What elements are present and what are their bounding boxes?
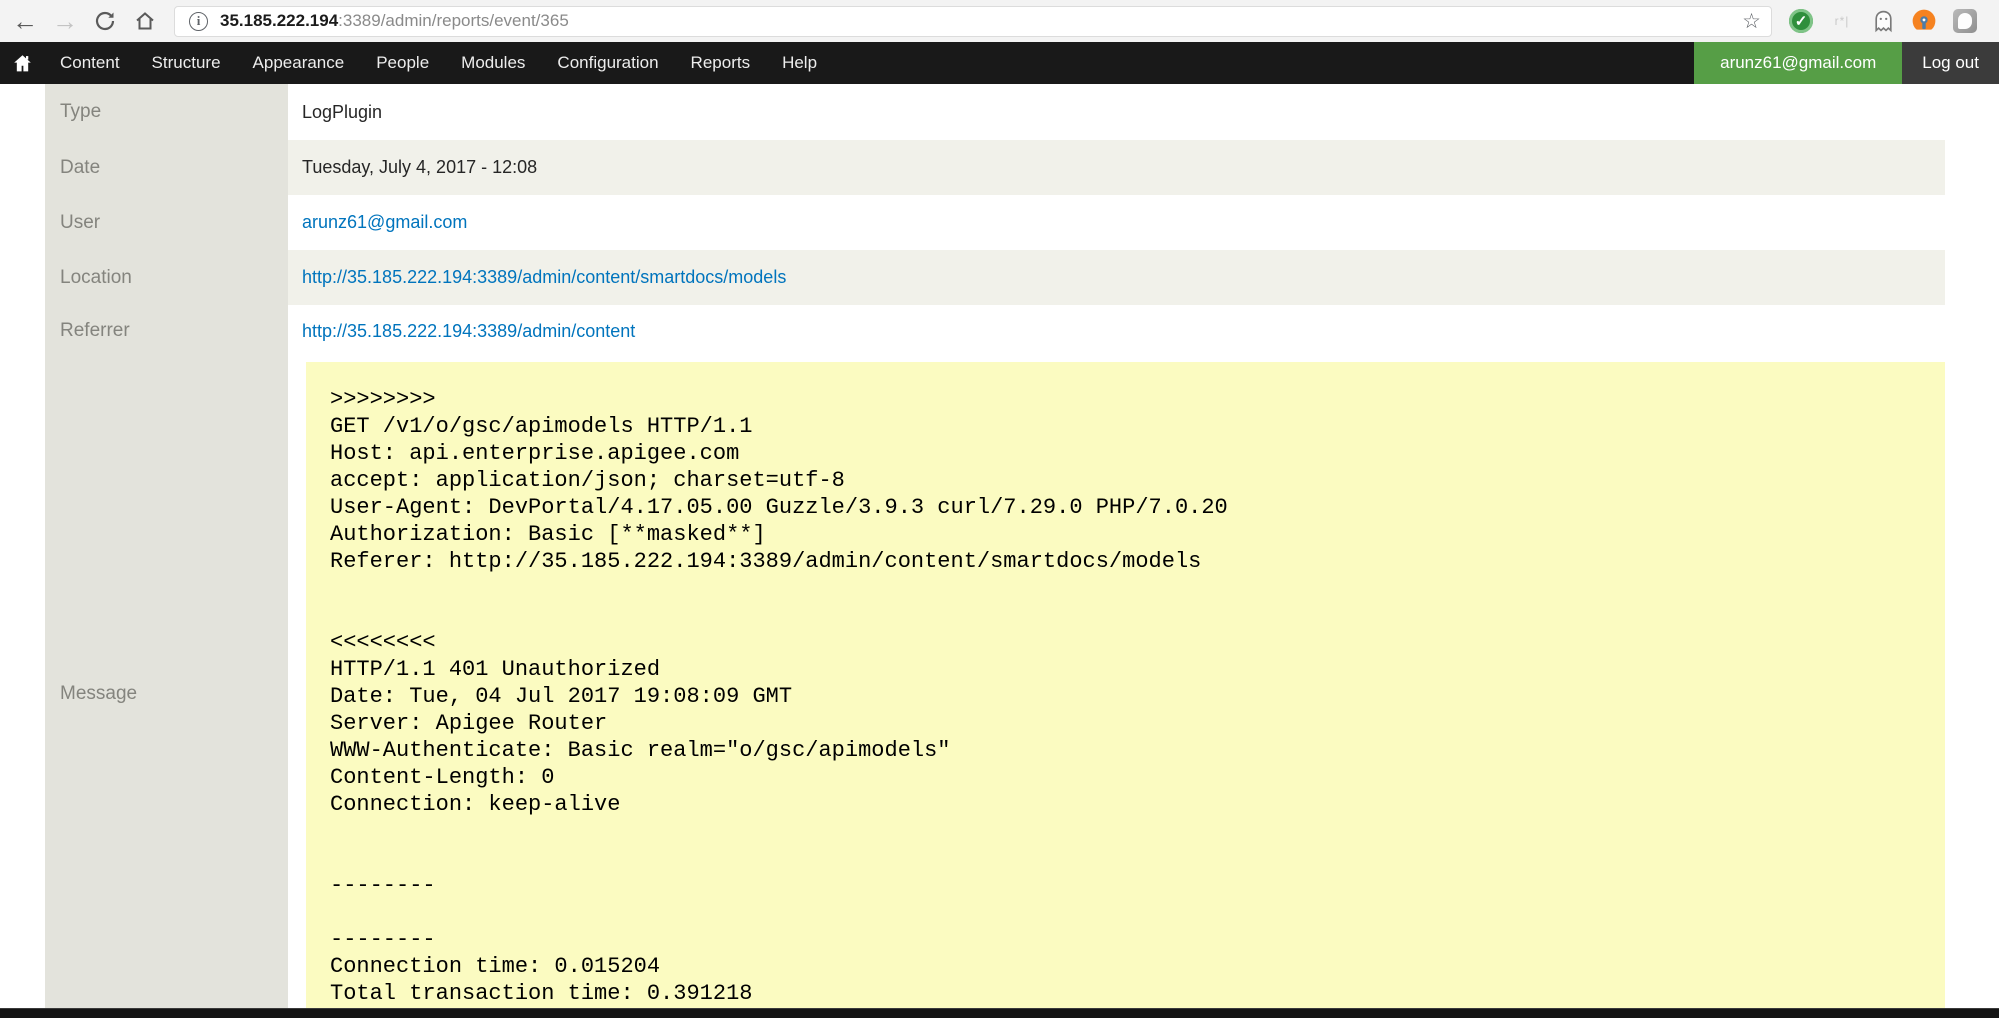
toolbar-item-help[interactable]: Help [766, 42, 833, 84]
screen: ← → i 35.185.222.194:3389/admin/reports/… [0, 0, 1999, 1018]
type-value: LogPlugin [302, 102, 382, 123]
mini-extension-icon[interactable]: r*| [1829, 8, 1855, 34]
toolbar-item-modules[interactable]: Modules [445, 42, 541, 84]
row-label: User [45, 195, 288, 250]
url-path: :3389/admin/reports/event/365 [338, 11, 569, 30]
logout-button[interactable]: Log out [1902, 42, 1999, 84]
browser-menu-icon[interactable] [1993, 8, 1999, 34]
page-info-icon[interactable]: i [189, 12, 208, 31]
extensions-area: ✓ r*| [1788, 8, 1999, 34]
location-link[interactable]: http://35.185.222.194:3389/admin/content… [302, 267, 786, 288]
toolbar-item-structure[interactable]: Structure [136, 42, 237, 84]
url-host: 35.185.222.194 [220, 11, 338, 30]
user-link[interactable]: arunz61@gmail.com [302, 212, 467, 233]
referrer-link[interactable]: http://35.185.222.194:3389/admin/content [302, 321, 635, 342]
table-row-user: User arunz61@gmail.com [45, 195, 1945, 250]
admin-home-icon[interactable] [0, 42, 44, 84]
toolbar-item-appearance[interactable]: Appearance [237, 42, 361, 84]
ghost-extension-icon[interactable] [1870, 8, 1896, 34]
table-row-location: Location http://35.185.222.194:3389/admi… [45, 250, 1945, 305]
toolbar-item-configuration[interactable]: Configuration [541, 42, 674, 84]
page-content: Type LogPlugin Date Tuesday, July 4, 201… [0, 84, 1999, 1018]
message-log-text: >>>>>>>> GET /v1/o/gsc/apimodels HTTP/1.… [306, 362, 1945, 1018]
row-label: Location [45, 250, 288, 305]
admin-toolbar: Content Structure Appearance People Modu… [0, 42, 1999, 84]
table-row-message: Message >>>>>>>> GET /v1/o/gsc/apimodels… [45, 357, 1945, 1018]
green-check-extension-icon[interactable]: ✓ [1788, 8, 1814, 34]
bookmark-star-icon[interactable]: ☆ [1742, 9, 1761, 34]
reload-icon[interactable] [90, 6, 120, 36]
screenshot-extension-icon[interactable] [1952, 8, 1978, 34]
browser-toolbar: ← → i 35.185.222.194:3389/admin/reports/… [0, 0, 1999, 42]
row-label: Referrer [45, 305, 288, 357]
row-label: Date [45, 140, 288, 195]
table-row-date: Date Tuesday, July 4, 2017 - 12:08 [45, 140, 1945, 195]
url-text[interactable]: 35.185.222.194:3389/admin/reports/event/… [220, 11, 569, 31]
toolbar-item-content[interactable]: Content [44, 42, 136, 84]
table-row-referrer: Referrer http://35.185.222.194:3389/admi… [45, 305, 1945, 357]
forward-icon: → [50, 6, 80, 36]
back-icon[interactable]: ← [10, 6, 40, 36]
bottom-edge-bar [0, 1008, 1999, 1018]
openvpn-extension-icon[interactable] [1911, 8, 1937, 34]
toolbar-item-people[interactable]: People [360, 42, 445, 84]
row-label: Message [45, 357, 288, 1018]
table-row-type: Type LogPlugin [45, 84, 1945, 140]
home-icon[interactable] [130, 6, 160, 36]
date-value: Tuesday, July 4, 2017 - 12:08 [302, 157, 537, 178]
toolbar-spacer [833, 42, 1694, 84]
account-email-button[interactable]: arunz61@gmail.com [1694, 42, 1902, 84]
log-event-table: Type LogPlugin Date Tuesday, July 4, 201… [45, 84, 1945, 1018]
row-label: Type [45, 84, 288, 140]
address-bar[interactable]: i 35.185.222.194:3389/admin/reports/even… [174, 6, 1772, 37]
toolbar-item-reports[interactable]: Reports [675, 42, 767, 84]
